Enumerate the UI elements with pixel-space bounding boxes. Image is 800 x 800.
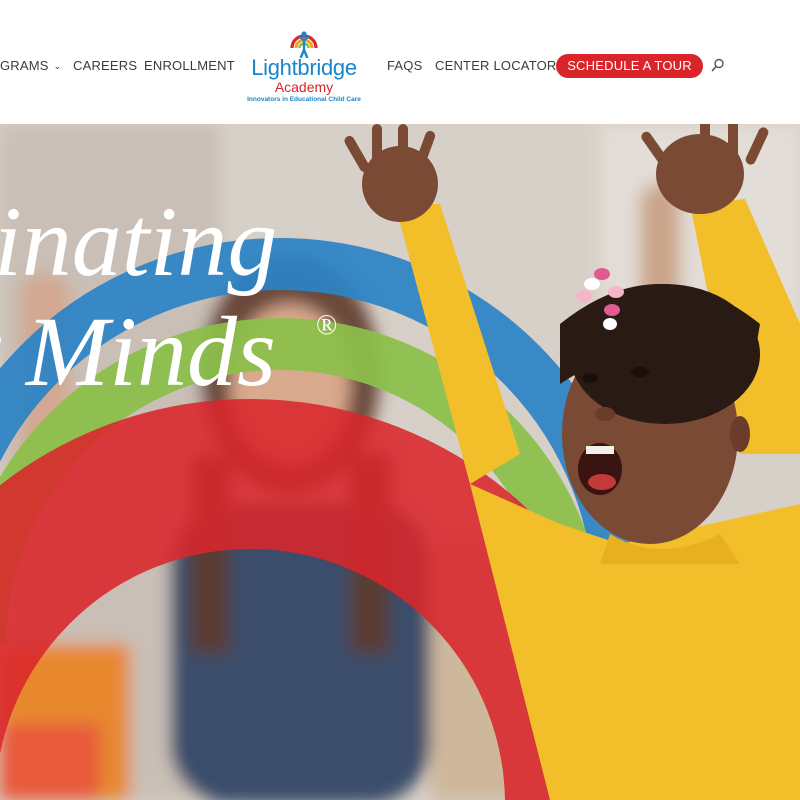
logo-name: Lightbridge (251, 55, 357, 80)
site-logo[interactable]: Lightbridge Academy Innovators in Educat… (246, 26, 362, 108)
hero-headline-word: Minds (25, 296, 276, 407)
site-header: GRAMS ⌄ CAREERS ENROLLMENT Lightbridge Ac… (0, 0, 800, 124)
schedule-tour-button[interactable]: SCHEDULE A TOUR (556, 54, 703, 78)
nav-programs[interactable]: GRAMS ⌄ (0, 58, 61, 73)
logo-rainbow-icon (290, 31, 318, 58)
nav-center-locator[interactable]: CENTER LOCATOR (435, 58, 557, 73)
logo-tagline: Innovators in Educational Child Care (247, 96, 361, 103)
hero-banner: inating r Minds ® (0, 124, 800, 800)
hero-headline-line1: inating (0, 186, 278, 297)
nav-faqs[interactable]: FAQS (387, 58, 422, 73)
chevron-down-icon: ⌄ (53, 61, 62, 71)
logo-sub: Academy (274, 79, 334, 95)
nav-enrollment[interactable]: ENROLLMENT (144, 58, 235, 73)
search-icon[interactable] (711, 58, 725, 72)
nav-programs-label: GRAMS (0, 58, 49, 73)
nav-careers[interactable]: CAREERS (73, 58, 137, 73)
registered-mark: ® (316, 310, 338, 341)
hero-headline-line2: r Minds (0, 294, 276, 409)
